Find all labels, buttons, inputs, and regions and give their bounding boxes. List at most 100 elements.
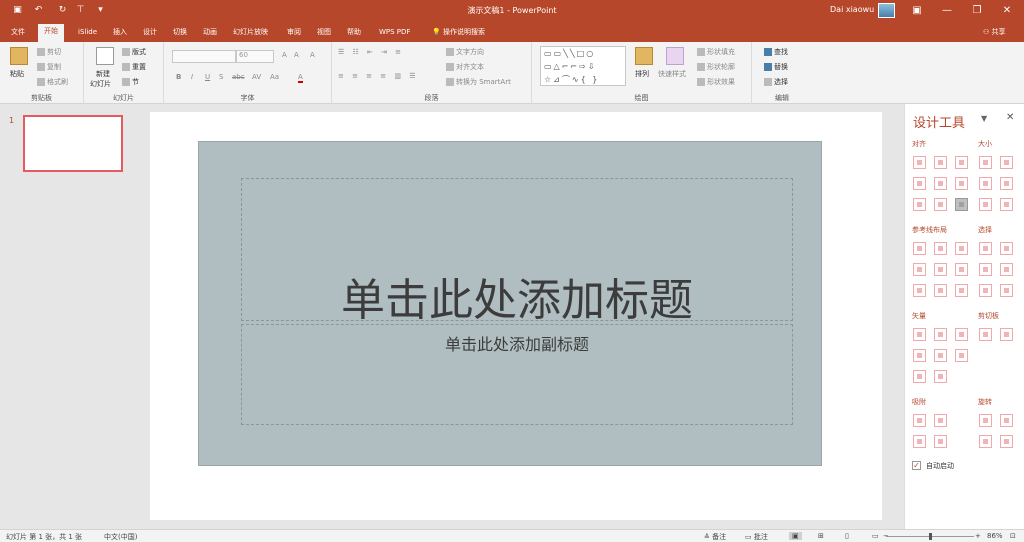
slideshow-icon[interactable]: ▭ (872, 532, 879, 540)
fragment-icon[interactable] (955, 328, 968, 341)
rotate-right-icon[interactable] (1000, 414, 1013, 427)
tab-wps-pdf[interactable]: WPS PDF (376, 26, 413, 42)
reset-button[interactable]: 重置 (122, 62, 146, 72)
grid-align-icon[interactable] (955, 198, 968, 211)
union-icon[interactable] (913, 328, 926, 341)
subtract-icon[interactable] (934, 349, 947, 362)
flip-horizontal-icon[interactable] (979, 435, 992, 448)
cut-button[interactable]: 剪切 (37, 47, 61, 57)
align-top-icon[interactable] (913, 177, 926, 190)
arrange-icon[interactable] (635, 47, 653, 65)
align-middle-icon[interactable] (934, 177, 947, 190)
quick-styles-icon[interactable] (666, 47, 684, 65)
shape-fill-button[interactable]: 形状填充 (697, 47, 735, 57)
minimize-button[interactable]: — (934, 3, 960, 19)
new-slide-button[interactable]: 新建 (96, 69, 110, 79)
italic-button[interactable]: I (191, 73, 193, 81)
strikethrough-button[interactable]: abc (232, 73, 245, 81)
slide-sorter-icon[interactable]: ⊞ (818, 532, 824, 540)
shrink-icon[interactable] (1000, 198, 1013, 211)
zoom-out-icon[interactable]: − (883, 532, 889, 540)
select-all-icon[interactable] (1000, 284, 1013, 297)
change-case-button[interactable]: Aa (270, 73, 279, 81)
align-text-button[interactable]: 对齐文本 (446, 62, 484, 72)
font-name-dropdown[interactable] (172, 50, 236, 63)
shrink-font-button[interactable]: A (294, 51, 299, 59)
tab-insert[interactable]: 插入 (110, 26, 130, 42)
guide-middle-icon[interactable] (934, 263, 947, 276)
zoom-slider-thumb[interactable] (929, 533, 932, 540)
normal-view-icon[interactable]: ▣ (789, 532, 802, 540)
zoom-level[interactable]: 86% (987, 532, 1003, 540)
select-button[interactable]: 选择 (764, 77, 788, 87)
split-icon[interactable] (955, 349, 968, 362)
align-left-icon[interactable] (913, 156, 926, 169)
select-same-type-icon[interactable] (979, 263, 992, 276)
paste-icon[interactable] (10, 47, 28, 65)
zoom-in-icon[interactable]: + (975, 532, 981, 540)
paste-button[interactable]: 粘贴 (10, 69, 24, 79)
list-buttons[interactable]: ☰ ☷ ⇤ ⇥ ≡ (338, 48, 404, 56)
distribute-v-icon[interactable] (934, 198, 947, 211)
guide-rows-icon[interactable] (955, 284, 968, 297)
language-indicator[interactable]: 中文(中国) (104, 532, 137, 542)
same-width-icon[interactable] (979, 156, 992, 169)
chevron-down-icon[interactable]: ▼ (981, 114, 987, 123)
snap-bottom-icon[interactable] (934, 414, 947, 427)
find-button[interactable]: 查找 (764, 47, 788, 57)
text-direction-button[interactable]: 文字方向 (446, 47, 484, 57)
shape-effects-button[interactable]: 形状效果 (697, 77, 735, 87)
paste-format-icon[interactable] (1000, 328, 1013, 341)
tab-animations[interactable]: 动画 (200, 26, 220, 42)
new-slide-button-line2[interactable]: 幻灯片 (90, 79, 111, 89)
slide[interactable]: 单击此处添加标题 单击此处添加副标题 (198, 141, 822, 466)
comments-button[interactable]: ▭ 批注 (745, 532, 768, 542)
slide-thumbnail[interactable] (23, 115, 123, 172)
title-placeholder[interactable]: 单击此处添加标题 (241, 178, 793, 326)
distribute-h-icon[interactable] (913, 198, 926, 211)
guide-right-icon[interactable] (955, 242, 968, 255)
tab-help[interactable]: 帮助 (344, 26, 364, 42)
guide-left-icon[interactable] (913, 242, 926, 255)
guide-grid-icon[interactable] (913, 284, 926, 297)
select-same-line-icon[interactable] (1000, 242, 1013, 255)
format-painter-button[interactable]: 格式刷 (37, 77, 68, 87)
share-button[interactable]: ⚇ 共享 (983, 27, 1006, 37)
tab-view[interactable]: 视图 (314, 26, 334, 42)
tab-home[interactable]: 开始 (38, 24, 64, 42)
select-same-fill-icon[interactable] (979, 242, 992, 255)
close-button[interactable]: ✕ (994, 3, 1020, 19)
replace-button[interactable]: 替换 (764, 62, 788, 72)
reading-view-icon[interactable]: ▯ (845, 532, 849, 540)
select-invert-icon[interactable] (979, 284, 992, 297)
align-right-icon[interactable] (955, 156, 968, 169)
same-height-icon[interactable] (1000, 156, 1013, 169)
avatar[interactable] (878, 3, 895, 18)
tab-islide[interactable]: iSlide (75, 26, 100, 42)
smartart-button[interactable]: 转换为 SmartArt (446, 77, 511, 87)
arrange-button[interactable]: 排列 (635, 69, 649, 79)
edit-points-icon[interactable] (934, 370, 947, 383)
intersect-icon[interactable] (913, 349, 926, 362)
fit-slide-icon[interactable]: ⊡ (1010, 532, 1016, 540)
user-name[interactable]: Dai xiaowu (830, 5, 874, 14)
align-bottom-icon[interactable] (955, 177, 968, 190)
underline-button[interactable]: U (205, 73, 210, 81)
tab-design[interactable]: 设计 (140, 26, 160, 42)
font-color-button[interactable]: A (298, 73, 303, 83)
tab-file[interactable]: 文件 (8, 26, 28, 42)
close-icon[interactable]: ✕ (1006, 112, 1014, 123)
rotate-left-icon[interactable] (979, 414, 992, 427)
bold-button[interactable]: B (176, 73, 181, 81)
stretch-icon[interactable] (979, 198, 992, 211)
copy-format-icon[interactable] (979, 328, 992, 341)
guide-bottom-icon[interactable] (955, 263, 968, 276)
copy-button[interactable]: 复制 (37, 62, 61, 72)
tab-slideshow[interactable]: 幻灯片放映 (230, 26, 271, 42)
guide-top-icon[interactable] (913, 263, 926, 276)
tab-review[interactable]: 审阅 (284, 26, 304, 42)
grow-font-button[interactable]: A (282, 51, 287, 59)
snap-right-icon[interactable] (934, 435, 947, 448)
shapes-gallery[interactable]: ▭▭╲╲□○ ▭△⌐⌐⇨⇩ ☆⊿⌒∿{ } (540, 46, 626, 86)
text-icon[interactable] (913, 370, 926, 383)
